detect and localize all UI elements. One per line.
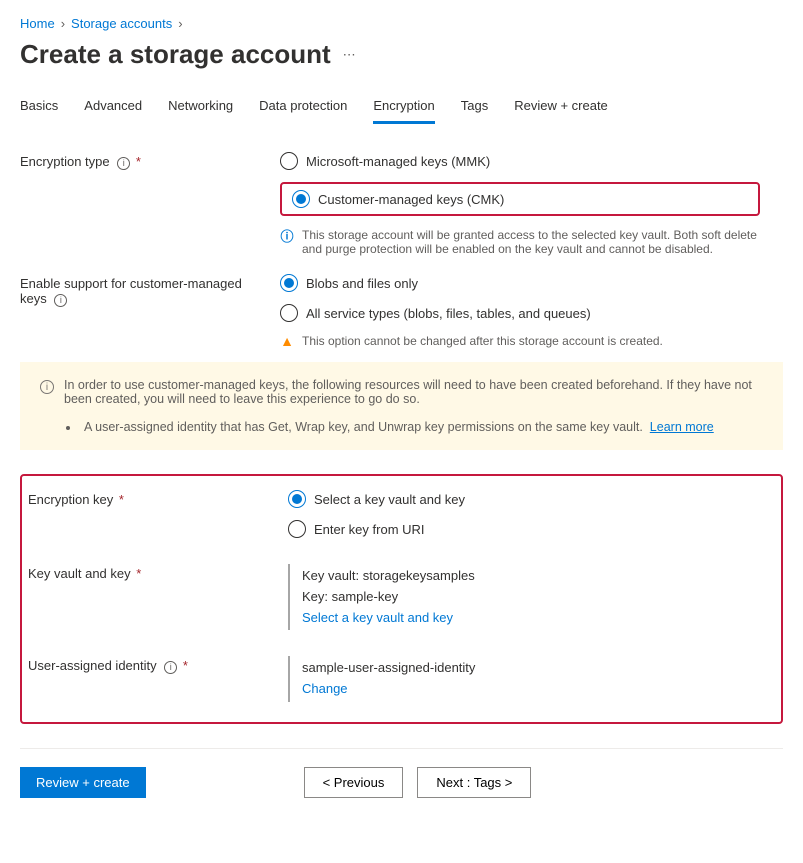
info-icon[interactable]: i	[117, 157, 130, 170]
learn-more-link[interactable]: Learn more	[650, 420, 714, 434]
tab-encryption[interactable]: Encryption	[373, 98, 434, 124]
radio-all-services[interactable]: All service types (blobs, files, tables,…	[280, 304, 663, 322]
tab-networking[interactable]: Networking	[168, 98, 233, 124]
tabs: Basics Advanced Networking Data protecti…	[20, 98, 783, 124]
breadcrumb: Home › Storage accounts ›	[20, 16, 783, 31]
radio-circle-icon	[288, 520, 306, 538]
cmk-info: ⓘ This storage account will be granted a…	[280, 228, 760, 256]
info-icon[interactable]: i	[164, 661, 177, 674]
radio-circle-icon	[280, 304, 298, 322]
more-icon[interactable]: ⋯	[343, 47, 357, 63]
tab-tags[interactable]: Tags	[461, 98, 488, 124]
key-value: Key: sample-key	[302, 587, 475, 608]
radio-cmk[interactable]: Customer-managed keys (CMK)	[292, 190, 504, 208]
warning-icon: ▲	[280, 334, 294, 348]
keyvault-value: Key vault: storagekeysamples	[302, 566, 475, 587]
chevron-right-icon: ›	[61, 16, 65, 31]
tab-data-protection[interactable]: Data protection	[259, 98, 347, 124]
identity-label: User-assigned identity i *	[28, 656, 288, 702]
tab-review-create[interactable]: Review + create	[514, 98, 608, 124]
encryption-key-label: Encryption key *	[28, 490, 288, 538]
breadcrumb-home[interactable]: Home	[20, 16, 55, 31]
info-icon: ⓘ	[280, 228, 294, 242]
highlight-encryption-key-section: Encryption key * Select a key vault and …	[20, 474, 783, 724]
change-identity-link[interactable]: Change	[302, 681, 348, 696]
info-icon[interactable]: i	[54, 294, 67, 307]
radio-circle-icon	[288, 490, 306, 508]
review-create-button[interactable]: Review + create	[20, 767, 146, 798]
page-title: Create a storage account	[20, 39, 331, 70]
breadcrumb-storage[interactable]: Storage accounts	[71, 16, 172, 31]
support-warning: ▲ This option cannot be changed after th…	[280, 334, 663, 348]
radio-circle-icon	[292, 190, 310, 208]
radio-circle-icon	[280, 152, 298, 170]
footer-buttons: Review + create < Previous Next : Tags >	[20, 767, 783, 798]
info-icon: i	[40, 380, 54, 394]
select-keyvault-link[interactable]: Select a key vault and key	[302, 610, 453, 625]
radio-circle-icon	[280, 274, 298, 292]
next-button[interactable]: Next : Tags >	[417, 767, 531, 798]
radio-mmk[interactable]: Microsoft-managed keys (MMK)	[280, 152, 760, 170]
prerequisite-callout: i In order to use customer-managed keys,…	[20, 362, 783, 450]
keyvault-label: Key vault and key *	[28, 564, 288, 630]
highlight-cmk: Customer-managed keys (CMK)	[280, 182, 760, 216]
tab-basics[interactable]: Basics	[20, 98, 58, 124]
tab-advanced[interactable]: Advanced	[84, 98, 142, 124]
radio-select-keyvault[interactable]: Select a key vault and key	[288, 490, 465, 508]
separator	[20, 748, 783, 749]
identity-value: sample-user-assigned-identity	[302, 658, 475, 679]
previous-button[interactable]: < Previous	[304, 767, 404, 798]
enable-support-label: Enable support for customer-managed keys…	[20, 274, 280, 348]
radio-enter-uri[interactable]: Enter key from URI	[288, 520, 465, 538]
encryption-type-label: Encryption type i *	[20, 152, 280, 256]
chevron-right-icon: ›	[178, 16, 182, 31]
radio-blobs-files[interactable]: Blobs and files only	[280, 274, 663, 292]
